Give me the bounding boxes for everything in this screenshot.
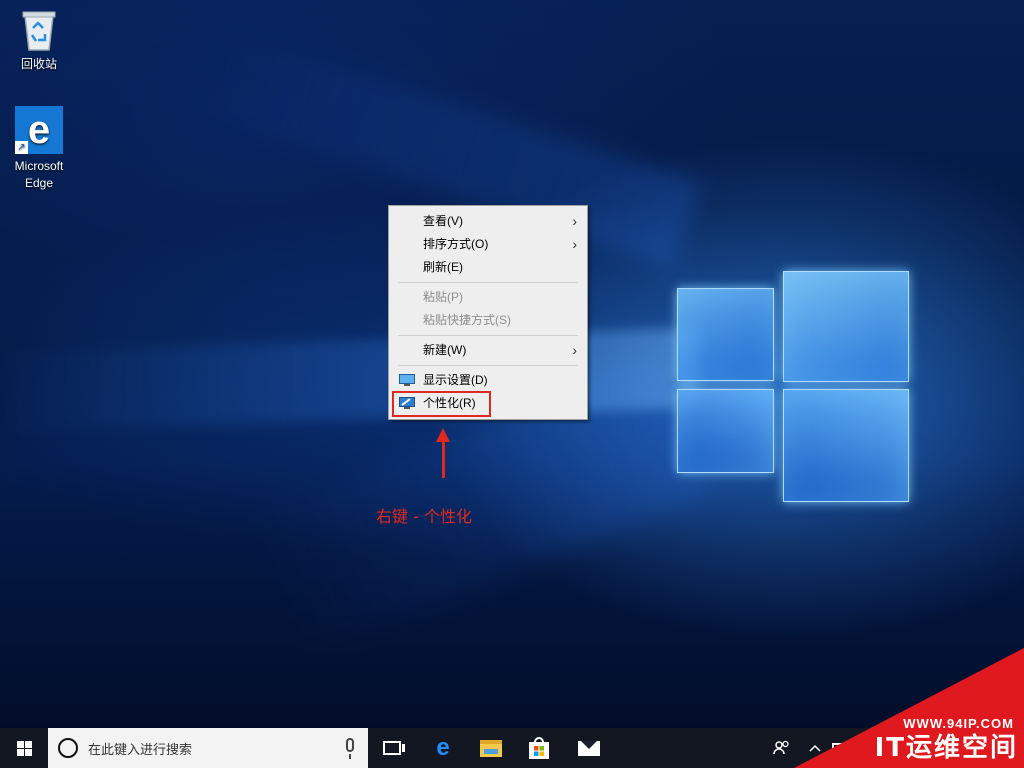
menu-item-new[interactable]: 新建(W) ›: [389, 339, 587, 362]
menu-item-paste: 粘贴(P): [389, 286, 587, 309]
recycle-bin-icon: [22, 11, 56, 51]
desktop-icon-label: 回收站: [20, 57, 57, 71]
wallpaper-light-beam: [0, 327, 700, 433]
wallpaper-window-pane: [677, 389, 774, 473]
menu-item-sort-by[interactable]: 排序方式(O) ›: [389, 233, 587, 256]
desktop-context-menu: 查看(V) › 排序方式(O) › 刷新(E) 粘贴(P) 粘贴快捷方式(S) …: [388, 205, 588, 420]
submenu-arrow-icon: ›: [572, 213, 577, 229]
personalize-icon: [399, 397, 415, 409]
watermark-name: IT运维空间: [874, 733, 1018, 763]
taskbar-store-button[interactable]: [516, 728, 562, 768]
file-explorer-icon: [480, 739, 502, 757]
desktop-icon-edge[interactable]: e ↗ Microsoft Edge: [7, 106, 71, 192]
submenu-arrow-icon: ›: [572, 236, 577, 252]
wallpaper-window-pane: [783, 389, 909, 502]
wallpaper-window-pane: [783, 271, 909, 382]
mail-icon: [578, 740, 600, 756]
desktop-icon-recycle-bin[interactable]: 回收站: [7, 8, 71, 73]
menu-item-refresh[interactable]: 刷新(E): [389, 256, 587, 279]
edge-icon: e: [436, 734, 450, 761]
task-view-button[interactable]: [372, 728, 412, 768]
store-icon: [529, 737, 549, 759]
menu-item-label: 粘贴(P): [423, 290, 463, 304]
menu-item-label: 刷新(E): [423, 260, 463, 274]
menu-item-label: 粘贴快捷方式(S): [423, 313, 511, 327]
menu-separator: [389, 279, 587, 286]
taskbar-file-explorer-button[interactable]: [468, 728, 514, 768]
menu-item-display-settings[interactable]: 显示设置(D): [389, 369, 587, 392]
microphone-icon[interactable]: [346, 738, 354, 759]
chevron-up-icon: [809, 744, 821, 752]
menu-item-label: 查看(V): [423, 214, 463, 228]
menu-separator: [389, 332, 587, 339]
windows-logo-icon: [16, 740, 32, 756]
menu-item-label: 个性化(R): [423, 396, 476, 410]
people-button[interactable]: [768, 728, 796, 768]
taskbar-edge-button[interactable]: e: [420, 728, 466, 768]
menu-item-label: 排序方式(O): [423, 237, 489, 251]
task-view-icon: [383, 741, 405, 755]
edge-icon: e ↗: [15, 106, 63, 154]
submenu-arrow-icon: ›: [572, 342, 577, 358]
annotation-arrow-shaft: [442, 440, 445, 478]
menu-item-label: 新建(W): [423, 343, 467, 357]
cortana-icon: [58, 738, 78, 758]
menu-item-view[interactable]: 查看(V) ›: [389, 210, 587, 233]
menu-item-label: 显示设置(D): [423, 373, 488, 387]
people-icon: [773, 740, 789, 755]
annotation-label: 右键 - 个性化: [376, 507, 472, 526]
display-settings-icon: [399, 374, 415, 386]
menu-item-paste-shortcut: 粘贴快捷方式(S): [389, 309, 587, 332]
menu-separator: [389, 362, 587, 369]
menu-item-personalize[interactable]: 个性化(R): [389, 392, 587, 415]
desktop-icon-label: Edge: [24, 176, 54, 190]
shortcut-arrow-icon: ↗: [15, 141, 28, 154]
taskbar-mail-button[interactable]: [566, 728, 612, 768]
search-box[interactable]: 在此键入进行搜索: [48, 728, 368, 768]
start-button[interactable]: [0, 728, 48, 768]
desktop-icon-label: Microsoft: [14, 159, 64, 173]
search-placeholder: 在此键入进行搜索: [88, 742, 193, 758]
wallpaper-window-pane: [677, 288, 774, 381]
